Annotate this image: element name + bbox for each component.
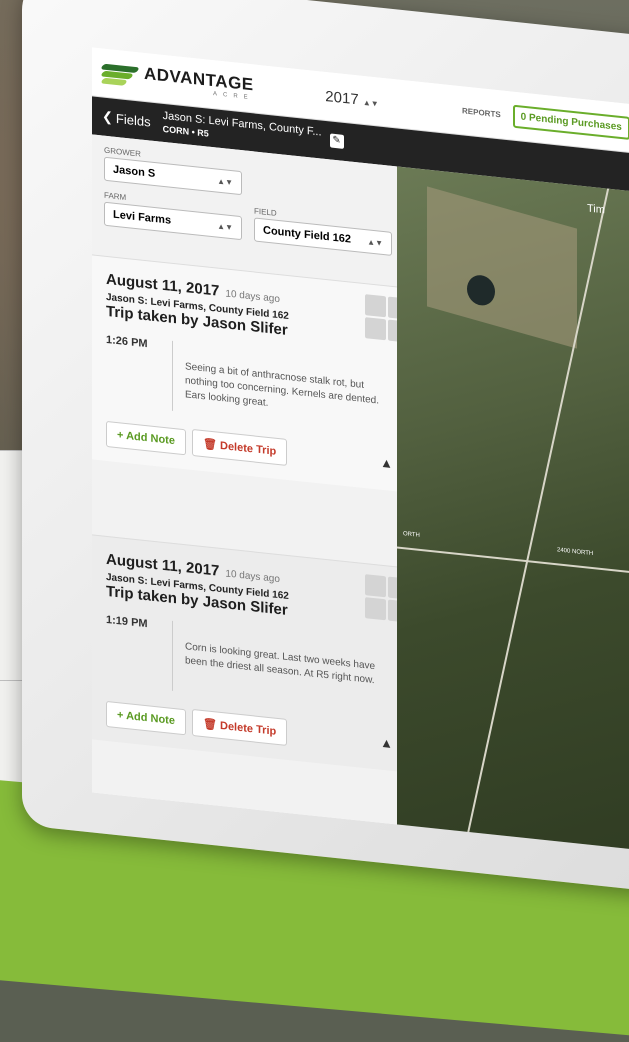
delete-trip-label: Delete Trip [220,439,277,458]
add-note-button[interactable]: + Add Note [106,420,186,455]
delete-trip-button[interactable]: 🗑 Delete Trip [191,428,288,466]
chevron-left-icon: ❮ [102,108,113,125]
delete-trip-button[interactable]: 🗑 Delete Trip [191,708,288,746]
year-value: 2017 [325,87,359,108]
trip-ago: 10 days ago [225,288,280,306]
field-value: County Field 162 [263,224,352,246]
edit-icon[interactable]: ✎ [329,133,344,149]
map-road [397,546,629,585]
farm-value: Levi Farms [113,208,172,227]
brand-logo[interactable]: ADVANTAGE ACRE [100,59,272,103]
app-screen: ADVANTAGE ACRE 2017 ▲▼ REPORTS 0 Pending… [92,47,629,860]
map-road-label: 2400 NORTH [557,547,594,558]
back-to-fields-button[interactable]: ❮ Fields [92,107,163,130]
logo-mark-icon [100,61,140,87]
trip-card: August 11, 2017 10 days ago Jason S: Levi… [92,534,425,775]
trip-note: 1:26 PM Seeing a bit of anthracnose stal… [106,333,411,436]
satellite-map[interactable]: Tim 2400 NORTH ORTH [397,166,629,860]
reports-link[interactable]: REPORTS [462,106,501,119]
map-road-label: ORTH [403,531,420,539]
back-label: Fields [115,110,151,130]
map-place-label: Tim [587,202,605,217]
add-note-button[interactable]: + Add Note [106,700,186,735]
select-caret-icon: ▲▼ [217,221,233,232]
year-selector[interactable]: 2017 ▲▼ [272,82,432,116]
select-caret-icon: ▲▼ [217,176,233,187]
note-text: Seeing a bit of anthracnose stalk rot, b… [185,361,380,409]
laptop-frame: ADVANTAGE ACRE 2017 ▲▼ REPORTS 0 Pending… [22,0,629,905]
select-caret-icon: ▲▼ [367,236,383,248]
trip-panel: GROWER Jason S ▲▼ FARM Levi Farms ▲▼ FIE… [92,134,425,826]
delete-trip-label: Delete Trip [220,719,277,738]
updown-caret-icon: ▲▼ [362,97,379,109]
trip-card: August 11, 2017 10 days ago Jason S: Levi… [92,254,425,495]
grower-value: Jason S [113,163,156,181]
map-field-patch [427,186,577,349]
pending-purchases-button[interactable]: 0 Pending Purchases [512,104,629,140]
trip-note: 1:19 PM Corn is looking great. Last two … [106,613,411,716]
note-time: 1:26 PM [106,333,173,411]
trip-ago: 10 days ago [225,568,280,586]
note-time: 1:19 PM [106,613,173,691]
note-text: Corn is looking great. Last two weeks ha… [185,641,376,687]
